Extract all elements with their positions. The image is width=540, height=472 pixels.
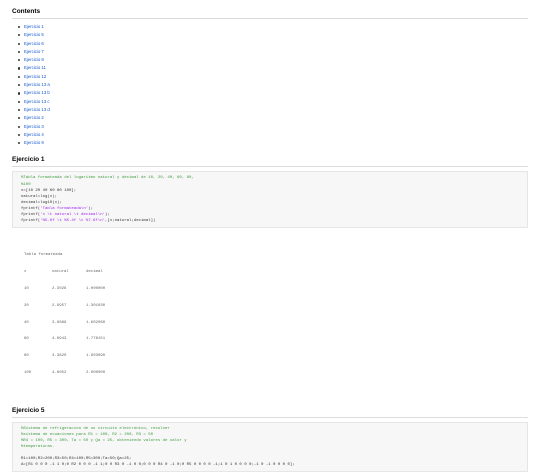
toc-item: Ejercicio 11 <box>18 64 528 72</box>
output-row: 10 2.3026 1.000000 <box>24 287 528 293</box>
toc-item: Ejercicio 12 <box>18 73 528 81</box>
output-cell: 1.000000 <box>86 286 106 291</box>
output-cell: 2.000000 <box>86 370 106 375</box>
output-cell: 20 <box>24 303 29 308</box>
output-cell: 100 <box>24 370 32 375</box>
toc-item: Ejercicio 5 <box>18 31 528 39</box>
toc-link-ejercicio-8[interactable]: Ejercicio 8 <box>24 57 44 62</box>
toc-link-ejercicio-1[interactable]: Ejercicio 1 <box>24 24 44 29</box>
toc-link-ejercicio-13d[interactable]: Ejercicio 13 d <box>24 107 50 112</box>
toc-item: Ejercicio 3 <box>18 123 528 131</box>
toc-item: Ejercicio 9 <box>18 139 528 147</box>
toc-item: Ejercicio 8 <box>18 56 528 64</box>
code-block-ejercicio-5: %Sistema de refrigeración de un circuito… <box>12 421 528 472</box>
toc-link-ejercicio-3[interactable]: Ejercicio 3 <box>24 124 44 129</box>
output-cell: 1.778151 <box>86 337 106 342</box>
string-literal: 'Tabla formateada\n' <box>40 206 89 211</box>
toc-item: Ejercicio 13 b <box>18 89 528 97</box>
code-line: %R4 = 100, R5 = 300, Ta = 50 y Qa = 25, … <box>21 438 187 443</box>
output-row: 60 4.0943 1.778151 <box>24 337 528 343</box>
output-header-row: x natural decimal <box>24 270 528 276</box>
code-line: fprintf('Tabla formateada\n'); <box>21 206 94 211</box>
output-cell: 4.0943 <box>52 337 67 342</box>
toc-link-ejercicio-13c[interactable]: Ejercicio 13 c <box>24 99 50 104</box>
code-line: decimal=log10(x); <box>21 200 62 205</box>
output-row: 100 4.6052 2.000000 <box>24 371 528 377</box>
output-cell: 1.903090 <box>86 354 106 359</box>
output-header-cell: decimal <box>86 270 103 275</box>
toc-link-ejercicio-13b[interactable]: Ejercicio 13 b <box>24 90 50 95</box>
toc-link-ejercicio-5[interactable]: Ejercicio 5 <box>24 32 44 37</box>
output-cell: 40 <box>24 320 29 325</box>
toc-item: Ejercicio 1 <box>18 23 528 31</box>
output-block-ejercicio-1: Tabla formateada x natural decimal 10 2.… <box>12 242 528 387</box>
output-cell: 3.6889 <box>52 320 67 325</box>
toc-link-ejercicio-13a[interactable]: Ejercicio 13 a <box>24 82 50 87</box>
code-block-ejercicio-1: %Tabla formateada del logaritmo natural … <box>12 171 528 229</box>
output-cell: 1.602060 <box>86 320 106 325</box>
output-cell: 4.6052 <box>52 370 67 375</box>
toc-link-ejercicio-2[interactable]: Ejercicio 2 <box>24 115 44 120</box>
output-title: Tabla formateada <box>24 253 63 258</box>
toc-link-ejercicio-4[interactable]: Ejercicio 4 <box>24 132 44 137</box>
output-cell: 2.9957 <box>52 303 67 308</box>
toc-item: Ejercicio 6 <box>18 40 528 48</box>
toc-item: Ejercicio 4 <box>18 131 528 139</box>
toc-link-ejercicio-6[interactable]: Ejercicio 6 <box>24 41 44 46</box>
contents-heading: Contents <box>12 0 528 19</box>
code-line: %Sistema de refrigeración de un circuito… <box>21 426 170 431</box>
output-row: 40 3.6889 1.602060 <box>24 321 528 327</box>
code-line: %temperaturas. <box>21 444 55 449</box>
toc-link-ejercicio-9[interactable]: Ejercicio 9 <box>24 140 44 145</box>
code-line: fprintf('x \t natural \t decimal\n'); <box>21 213 110 218</box>
toc-item: Ejercicio 7 <box>18 48 528 56</box>
output-row: 20 2.9957 1.301030 <box>24 304 528 310</box>
toc-item: Ejercicio 13 c <box>18 98 528 106</box>
output-cell: 10 <box>24 286 29 291</box>
code-line: A=[R1 0 0 0 -1 1 0;0 R2 0 0 0 -1 1;0 0 R… <box>21 463 295 468</box>
output-cell: 2.3026 <box>52 286 67 291</box>
section-title-ejercicio-5: Ejercicio 5 <box>12 407 528 418</box>
code-line: %Tabla formateada del logaritmo natural … <box>21 176 194 181</box>
code-line: %100 <box>21 182 31 187</box>
toc-link-ejercicio-12[interactable]: Ejercicio 12 <box>24 74 46 79</box>
output-cell: 60 <box>24 337 29 342</box>
output-header-cell: natural <box>52 270 69 275</box>
code-line: R1=100;R2=200;R3=50;R4=100;R5=300;Ta=50;… <box>21 457 132 462</box>
output-cell: 80 <box>24 354 29 359</box>
output-cell: 4.3820 <box>52 354 67 359</box>
code-line: x=[10 20 40 60 80 100]; <box>21 188 77 193</box>
output-cell: 1.301030 <box>86 303 106 308</box>
output-row: 80 4.3820 1.903090 <box>24 354 528 360</box>
table-of-contents: Ejercicio 1 Ejercicio 5 Ejercicio 6 Ejer… <box>12 23 528 147</box>
section-title-ejercicio-1: Ejercicio 1 <box>12 156 528 168</box>
toc-item: Ejercicio 13 d <box>18 106 528 114</box>
string-literal: '%5.0f \t %5.4f \t %7.6f\n' <box>40 219 106 224</box>
toc-item: Ejercicio 13 a <box>18 81 528 89</box>
page: Contents Ejercicio 1 Ejercicio 5 Ejercic… <box>0 0 540 472</box>
toc-link-ejercicio-11[interactable]: Ejercicio 11 <box>24 65 46 70</box>
toc-item: Ejercicio 2 <box>18 114 528 122</box>
output-header-cell: x <box>24 270 27 275</box>
string-literal: 'x \t natural \t decimal\n' <box>40 213 106 218</box>
code-line: %sistema de ecuaciones para R1 = 100, R2… <box>21 432 154 437</box>
code-line: natural=log(x); <box>21 194 58 199</box>
toc-link-ejercicio-7[interactable]: Ejercicio 7 <box>24 49 44 54</box>
code-line: fprintf('%5.0f \t %5.4f \t %7.6f\n',[x;n… <box>21 219 156 224</box>
